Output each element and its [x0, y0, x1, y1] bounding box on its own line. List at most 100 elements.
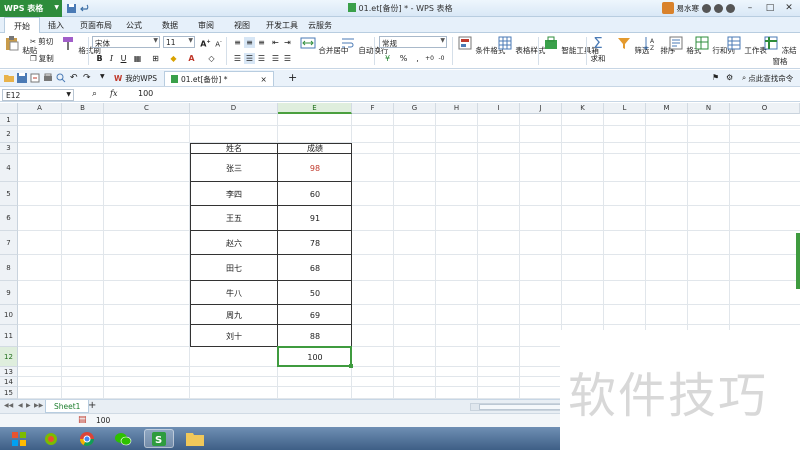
cut-button[interactable]: ✂ 剪切	[30, 36, 53, 47]
row-header-1[interactable]: 1	[0, 114, 18, 126]
cell-name[interactable]: 李四	[190, 182, 278, 206]
cell-name[interactable]: 田七	[190, 255, 278, 281]
avatar[interactable]	[661, 2, 674, 14]
cell-name[interactable]: 赵六	[190, 231, 278, 255]
align-middle-icon[interactable]: ≡	[244, 37, 255, 48]
taskbar-app-chrome[interactable]	[72, 429, 102, 448]
indent-increase-icon[interactable]: ⇥	[282, 37, 293, 48]
undo-icon[interactable]: ↶	[70, 73, 80, 83]
row-header-5[interactable]: 5	[0, 182, 18, 206]
row-header-14[interactable]: 14	[0, 377, 18, 387]
cell-score[interactable]: 60	[278, 182, 352, 206]
prev-sheet-icon[interactable]: ◀	[18, 402, 23, 409]
vertical-scrollbar[interactable]	[796, 233, 800, 289]
export-icon[interactable]	[30, 73, 40, 83]
taskbar-app-wechat[interactable]	[108, 429, 138, 448]
zoom-icon[interactable]: ⌕	[92, 89, 97, 99]
column-header-o[interactable]: O	[730, 103, 800, 114]
column-header-i[interactable]: I	[478, 103, 520, 114]
row-header-13[interactable]: 13	[0, 367, 18, 377]
decimal-decrease-icon[interactable]: -0	[436, 53, 447, 64]
number-format-select[interactable]: 常规 ▼	[379, 36, 447, 48]
thousands-button[interactable]: ,	[412, 53, 423, 64]
find-command[interactable]: ⌕ 点此查找命令	[742, 73, 793, 84]
taskbar-app-wps-spreadsheet[interactable]: S	[144, 429, 174, 448]
merge-icon[interactable]: ⊞	[150, 53, 161, 64]
column-header-h[interactable]: H	[436, 103, 478, 114]
print-preview-icon[interactable]	[56, 73, 66, 83]
font-shrink-button[interactable]: A-	[213, 37, 224, 48]
cell-score[interactable]: 69	[278, 305, 352, 325]
tab-cloud[interactable]: 云服务	[308, 20, 332, 31]
folder-icon[interactable]	[4, 73, 14, 83]
table-header-score[interactable]: 成绩	[278, 143, 352, 154]
underline-button[interactable]: U	[118, 53, 129, 64]
cell-name[interactable]: 张三	[190, 154, 278, 182]
cell-score[interactable]: 50	[278, 281, 352, 305]
taskbar-app-games[interactable]	[36, 429, 66, 448]
row-header-12[interactable]: 12	[0, 347, 18, 367]
column-header-c[interactable]: C	[104, 103, 190, 114]
row-header-2[interactable]: 2	[0, 126, 18, 143]
indent-decrease-icon[interactable]: ⇤	[270, 37, 281, 48]
italic-button[interactable]: I	[106, 53, 117, 64]
row-header-6[interactable]: 6	[0, 206, 18, 231]
table-header-name[interactable]: 姓名	[190, 143, 278, 154]
clear-format-icon[interactable]: ◇	[206, 53, 217, 64]
share-icon[interactable]: ⚑	[712, 73, 719, 82]
next-sheet-icon[interactable]: ▶	[26, 402, 31, 409]
save-icon[interactable]	[17, 73, 27, 83]
justify-icon[interactable]: ☰	[270, 53, 281, 64]
last-sheet-icon[interactable]: ▶▶	[34, 402, 43, 409]
tab-my-wps[interactable]: W 我的WPS	[108, 71, 163, 86]
tab-formulas[interactable]: 公式	[126, 20, 142, 31]
align-top-icon[interactable]: ≡	[232, 37, 243, 48]
start-button[interactable]	[4, 429, 34, 448]
print-icon[interactable]	[43, 73, 53, 83]
align-center-icon[interactable]: ☰	[244, 53, 255, 64]
column-header-a[interactable]: A	[18, 103, 62, 114]
fx-icon[interactable]: fx	[110, 89, 117, 98]
bold-button[interactable]: B	[94, 53, 105, 64]
cell-score[interactable]: 88	[278, 325, 352, 347]
column-header-f[interactable]: F	[352, 103, 394, 114]
settings-icon[interactable]: ⚙	[726, 73, 733, 82]
sheet-tab-sheet1[interactable]: Sheet1	[45, 400, 90, 413]
border-icon[interactable]: ▦	[132, 53, 143, 64]
new-tab-button[interactable]: +	[288, 71, 297, 84]
name-box[interactable]: E12 ▼	[2, 89, 74, 101]
font-grow-button[interactable]: A+	[200, 37, 211, 49]
close-tab-icon[interactable]: ×	[260, 75, 266, 84]
column-header-g[interactable]: G	[394, 103, 436, 114]
close-button[interactable]: ✕	[781, 2, 797, 14]
sum-button[interactable]: Σ 求和	[590, 35, 606, 64]
freeze-panes-button[interactable]: 冻结窗格	[760, 35, 800, 67]
cell-score[interactable]: 78	[278, 231, 352, 255]
column-header-n[interactable]: N	[688, 103, 730, 114]
column-header-l[interactable]: L	[604, 103, 646, 114]
tab-home[interactable]: 开始	[4, 17, 40, 33]
help-icon[interactable]	[726, 3, 735, 13]
align-right-icon[interactable]: ☰	[256, 53, 267, 64]
cell-name[interactable]: 周九	[190, 305, 278, 325]
column-header-e[interactable]: E	[278, 103, 352, 114]
cell-score[interactable]: 68	[278, 255, 352, 281]
tab-view[interactable]: 视图	[234, 20, 250, 31]
maximize-button[interactable]: □	[762, 2, 778, 14]
row-header-10[interactable]: 10	[0, 305, 18, 325]
tab-page-layout[interactable]: 页面布局	[80, 20, 112, 31]
first-sheet-icon[interactable]: ◀◀	[4, 402, 13, 409]
cell-name[interactable]: 王五	[190, 206, 278, 231]
distribute-icon[interactable]: ☰	[282, 53, 293, 64]
user-area[interactable]: 易水寒	[661, 2, 735, 14]
align-bottom-icon[interactable]: ≡	[256, 37, 267, 48]
row-header-15[interactable]: 15	[0, 387, 18, 399]
column-header-k[interactable]: K	[562, 103, 604, 114]
cell-selected-value[interactable]: 100	[278, 347, 352, 367]
tab-developer[interactable]: 开发工具	[266, 20, 298, 31]
tab-review[interactable]: 审阅	[198, 20, 214, 31]
percent-button[interactable]: %	[398, 53, 409, 64]
row-header-7[interactable]: 7	[0, 231, 18, 255]
tab-data[interactable]: 数据	[162, 20, 178, 31]
column-header-j[interactable]: J	[520, 103, 562, 114]
